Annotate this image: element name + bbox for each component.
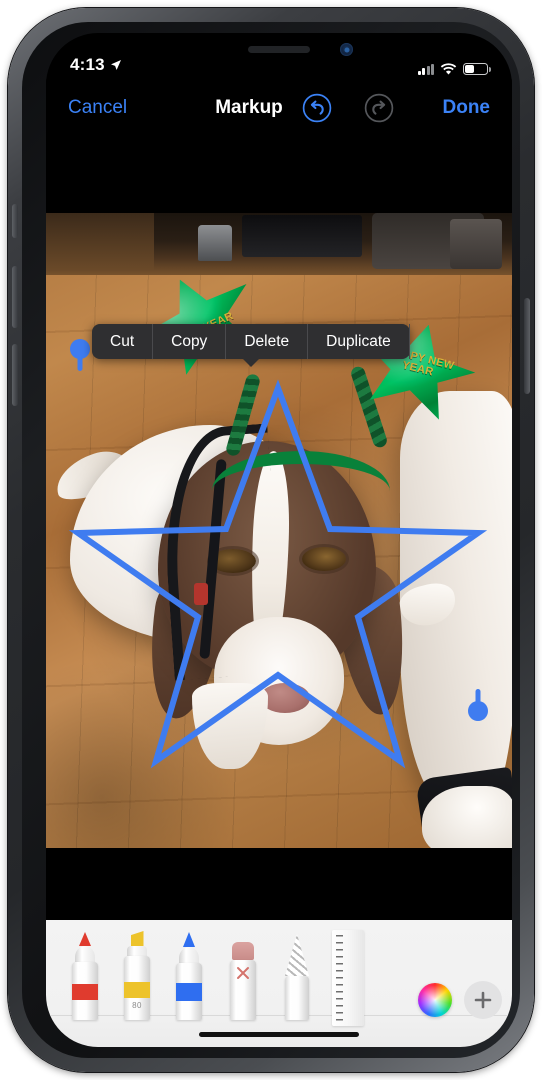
eraser-head-icon [232, 942, 254, 960]
redo-button[interactable] [364, 93, 394, 123]
ruler-tool[interactable] [332, 924, 366, 1026]
context-menu-item-cut[interactable]: Cut [92, 324, 154, 359]
pen-tool[interactable] [68, 932, 102, 1020]
pencil-tool[interactable] [172, 932, 206, 1020]
context-menu-item-delete[interactable]: Delete [226, 324, 309, 359]
highlighter-color-band [124, 982, 150, 998]
highlighter-tool[interactable]: 80 [120, 931, 154, 1020]
pencil-shoulder [179, 947, 199, 963]
status-bar-left: 4:13 [70, 55, 122, 75]
redo-icon [364, 93, 394, 123]
undo-icon [302, 93, 332, 123]
volume-down-button[interactable] [12, 344, 18, 406]
lasso-body [285, 976, 309, 1020]
tool-list: 80 [46, 920, 386, 1026]
context-menu-pointer [241, 358, 260, 367]
plus-icon [474, 991, 492, 1009]
undo-button[interactable] [302, 93, 332, 123]
location-arrow-icon [110, 60, 121, 70]
battery-icon [463, 63, 491, 75]
done-button[interactable]: Done [443, 97, 491, 119]
selection-handle-bottom-right[interactable] [466, 688, 490, 722]
pencil-color-band [176, 983, 202, 1001]
highlighter-body [124, 956, 150, 1020]
selection-handle-top-left[interactable] [68, 338, 92, 372]
status-bar-right [417, 63, 491, 75]
mute-switch[interactable] [12, 204, 18, 238]
front-camera-icon [340, 43, 353, 56]
phone-screen: 4:13 Cancel Markup Done HAPPY NEW YEAR C… [46, 33, 512, 1047]
context-menu-item-duplicate[interactable]: Duplicate [308, 324, 410, 359]
context-menu-item-copy[interactable]: Copy [153, 324, 227, 359]
highlighter-tip-icon [130, 931, 144, 946]
power-button[interactable] [524, 298, 530, 394]
markup-navbar: Cancel Markup Done [46, 79, 512, 137]
volume-up-button[interactable] [12, 266, 18, 328]
lasso-tip-icon [285, 934, 309, 976]
pen-body [72, 962, 98, 1020]
ruler-icon [332, 930, 364, 1026]
ruler-ticks [336, 935, 343, 1022]
pencil-tip-icon [183, 932, 195, 947]
eraser-x-icon [237, 967, 249, 979]
context-menu[interactable]: Cut Copy Delete Duplicate [92, 324, 410, 367]
pen-shoulder [75, 946, 95, 962]
wifi-icon [440, 63, 457, 75]
highlighter-shoulder [127, 946, 147, 956]
color-wheel-icon[interactable] [418, 983, 452, 1017]
markup-canvas[interactable]: NEW YEAR HAPPY NEW YEAR [46, 213, 512, 848]
lasso-tool[interactable] [280, 934, 314, 1020]
phone-frame: 4:13 Cancel Markup Done HAPPY NEW YEAR C… [8, 8, 534, 1072]
add-tool-button[interactable] [464, 981, 502, 1019]
status-bar-time: 4:13 [70, 55, 105, 74]
tool-tray: 80 [46, 920, 512, 1047]
cancel-button[interactable]: Cancel [68, 97, 127, 119]
page-title: Markup [215, 97, 283, 118]
pen-tip-icon [79, 932, 91, 946]
eraser-tool[interactable] [226, 942, 260, 1020]
pen-color-band [72, 984, 98, 1000]
speaker-grille-icon [248, 46, 310, 53]
eraser-body [230, 960, 256, 1020]
cellular-bars-icon [417, 63, 434, 75]
home-indicator[interactable] [199, 1032, 359, 1037]
notch [188, 33, 370, 66]
star-annotation[interactable] [46, 213, 512, 848]
screenshot-root: 4:13 Cancel Markup Done HAPPY NEW YEAR C… [0, 0, 542, 1080]
highlighter-tool-label: 80 [132, 1001, 142, 1010]
pencil-body [176, 963, 202, 1020]
